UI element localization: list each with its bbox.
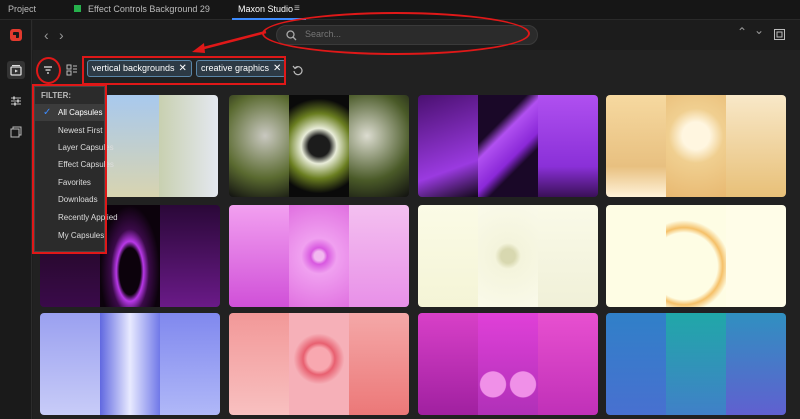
capsule-card[interactable] [418, 205, 598, 307]
filter-option-label: Downloads [58, 195, 98, 204]
maxon-logo-icon[interactable] [9, 28, 23, 42]
back-arrow-icon[interactable]: ‹ [44, 27, 49, 43]
search-bar[interactable] [276, 25, 538, 45]
capsule-card[interactable] [229, 313, 409, 415]
panel-menu-icon[interactable]: ≡ [294, 3, 300, 14]
filter-option-label: Recently Applied [58, 213, 118, 222]
filter-option-label: Favorites [58, 178, 91, 187]
chevron-up-icon[interactable]: ⌃ [737, 25, 747, 39]
library-icon[interactable] [7, 123, 25, 141]
capsules-icon[interactable] [7, 61, 25, 79]
capsule-card[interactable] [229, 95, 409, 197]
capsule-card[interactable] [606, 313, 786, 415]
left-sidebar [0, 20, 32, 419]
filter-option-label: Newest First [58, 126, 103, 135]
filter-option-my-capsules[interactable]: My Capsules [35, 227, 104, 244]
filter-option-layer-capsules[interactable]: Layer Capsules [35, 139, 114, 156]
filter-option-all-capsules[interactable]: ✓ All Capsules [35, 104, 104, 121]
reset-icon[interactable] [292, 65, 303, 76]
close-icon[interactable]: ✕ [273, 63, 281, 74]
capsule-card[interactable] [229, 205, 409, 307]
capsule-card[interactable] [606, 205, 786, 307]
filter-option-label: Layer Capsules [58, 143, 114, 152]
chevron-down-icon[interactable]: ⌄ [754, 23, 764, 37]
sliders-icon[interactable] [7, 92, 25, 110]
capsule-card[interactable] [418, 95, 598, 197]
chip-label: vertical backgrounds [92, 63, 175, 73]
tab-project[interactable]: Project [8, 4, 36, 14]
filter-option-favorites[interactable]: Favorites [35, 174, 104, 191]
filter-option-recently-applied[interactable]: Recently Applied [35, 209, 118, 226]
effect-controls-icon [74, 5, 81, 12]
search-icon [286, 30, 297, 41]
filter-option-newest-first[interactable]: Newest First [35, 122, 104, 139]
filter-icon[interactable] [42, 64, 54, 76]
layout-icon[interactable] [66, 64, 78, 76]
top-tab-bar: Project Effect Controls Background 29 Ma… [0, 0, 800, 20]
filter-option-label: All Capsules [58, 108, 103, 117]
navigation-row: ‹ › ⌃ ⌄ [33, 20, 800, 50]
filter-option-downloads[interactable]: Downloads [35, 191, 104, 208]
close-icon[interactable]: ✕ [179, 63, 187, 74]
chip-label: creative graphics [201, 63, 270, 73]
forward-arrow-icon[interactable]: › [59, 27, 64, 43]
filter-menu-title: FILTER: [41, 91, 72, 100]
checkmark-icon: ✓ [43, 107, 52, 118]
filter-dropdown-menu: FILTER: ✓ All Capsules Newest First Layer… [34, 86, 118, 252]
filter-option-effect-capsules[interactable]: Effect Capsules [35, 156, 114, 173]
search-input[interactable] [305, 29, 525, 39]
chip-vertical-backgrounds[interactable]: vertical backgrounds ✕ [87, 60, 192, 77]
expand-icon[interactable] [774, 29, 785, 40]
filter-row: vertical backgrounds ✕ creative graphics ✕ [33, 50, 800, 92]
filter-option-label: My Capsules [58, 231, 105, 240]
annotation-arrow-icon [192, 30, 267, 53]
capsule-card[interactable] [40, 313, 220, 415]
chip-creative-graphics[interactable]: creative graphics ✕ [196, 60, 287, 77]
tab-maxon-studio[interactable]: Maxon Studio [238, 4, 293, 14]
filter-option-label: Effect Capsules [58, 160, 114, 169]
tab-effect-controls[interactable]: Effect Controls Background 29 [88, 4, 210, 14]
capsule-card[interactable] [418, 313, 598, 415]
capsule-card[interactable] [606, 95, 786, 197]
